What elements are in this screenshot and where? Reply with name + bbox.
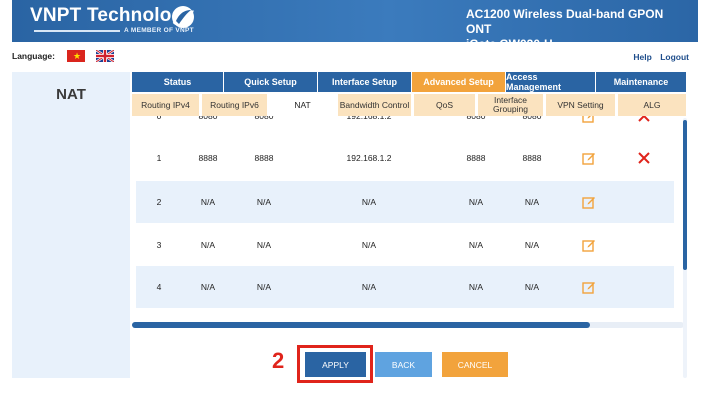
- row-port-end: 8888: [522, 153, 542, 163]
- tab-quick-setup[interactable]: Quick Setup: [224, 72, 318, 92]
- row-index: 0: [156, 116, 162, 121]
- subtab-qos[interactable]: QoS: [414, 94, 478, 116]
- language-bar: Language: ★ Help Logout: [0, 46, 711, 68]
- top-links: Help Logout: [627, 52, 689, 62]
- row-port-start: N/A: [468, 197, 484, 207]
- row-port-start: N/A: [468, 240, 484, 250]
- row-ip-address: 192.168.1.2: [346, 116, 392, 121]
- row-internal-port: N/A: [256, 282, 272, 292]
- horizontal-scroll-thumb[interactable]: [132, 322, 590, 328]
- row-external-port: N/A: [200, 282, 216, 292]
- row-index: 2: [156, 197, 162, 207]
- edit-icon[interactable]: [580, 224, 598, 266]
- product-line-1: AC1200 Wireless Dual-band GPON ONT: [466, 7, 664, 36]
- uk-flag-icon[interactable]: [96, 50, 114, 62]
- subtab-bandwidth-control[interactable]: Bandwidth Control: [338, 94, 414, 116]
- row-index: 4: [156, 282, 162, 292]
- row-port-end: N/A: [524, 240, 540, 250]
- left-sidebar: NAT: [12, 72, 130, 378]
- nat-rules-table: 0 8080 8080 192.168.1.2 8080 8080 1 8888…: [132, 116, 686, 328]
- tab-status[interactable]: Status: [132, 72, 224, 92]
- edit-icon[interactable]: [580, 266, 598, 308]
- edit-icon[interactable]: [580, 116, 598, 137]
- table-row: 3 N/A N/A N/A N/A N/A: [136, 224, 674, 266]
- router-admin-page: VNPT Technology A MEMBER OF VNPT AC1200 …: [0, 0, 711, 400]
- step-number-annotation: 2: [272, 348, 285, 373]
- subtab-routing-ipv6[interactable]: Routing IPv6: [202, 94, 270, 116]
- row-port-end: N/A: [524, 282, 540, 292]
- row-port-start: 8888: [466, 153, 486, 163]
- subtab-interface-grouping[interactable]: Interface Grouping: [478, 94, 546, 116]
- row-external-port: 8888: [198, 153, 218, 163]
- row-external-port: N/A: [200, 240, 216, 250]
- tab-access-management[interactable]: Access Management: [506, 72, 596, 92]
- apply-button[interactable]: APPLY: [305, 352, 366, 377]
- row-port-end: N/A: [524, 197, 540, 207]
- horizontal-scrollbar[interactable]: [132, 322, 684, 328]
- row-index: 1: [156, 153, 162, 163]
- edit-icon[interactable]: [580, 137, 598, 179]
- tab-advanced-setup[interactable]: Advanced Setup: [412, 72, 506, 92]
- delete-icon[interactable]: [634, 137, 654, 179]
- edit-icon[interactable]: [580, 181, 598, 223]
- row-internal-port: 8888: [254, 153, 274, 163]
- row-internal-port: N/A: [256, 240, 272, 250]
- subtab-vpn-setting[interactable]: VPN Setting: [546, 94, 618, 116]
- table-row: 1 8888 8888 192.168.1.2 8888 8888: [136, 137, 674, 179]
- row-port-start: 8080: [466, 116, 486, 121]
- row-external-port: 8080: [198, 116, 218, 121]
- tab-interface-setup[interactable]: Interface Setup: [318, 72, 412, 92]
- table-row: 0 8080 8080 192.168.1.2 8080 8080: [136, 116, 674, 137]
- logout-link[interactable]: Logout: [660, 52, 689, 62]
- brand-subtitle: A MEMBER OF VNPT: [124, 27, 194, 34]
- table-row: 4 N/A N/A N/A N/A N/A: [136, 266, 674, 308]
- section-title: NAT: [56, 86, 86, 103]
- row-ip-address: N/A: [361, 282, 377, 292]
- vertical-scroll-thumb[interactable]: [683, 120, 687, 270]
- header-banner: VNPT Technology A MEMBER OF VNPT AC1200 …: [12, 0, 698, 51]
- cancel-button[interactable]: CANCEL: [442, 352, 508, 377]
- tab-maintenance[interactable]: Maintenance: [596, 72, 686, 92]
- row-port-end: 8080: [522, 116, 542, 121]
- help-link[interactable]: Help: [633, 52, 651, 62]
- row-internal-port: 8080: [254, 116, 274, 121]
- brand-divider: [34, 30, 120, 32]
- back-button[interactable]: BACK: [375, 352, 432, 377]
- vertical-scrollbar[interactable]: [680, 118, 688, 378]
- language-label: Language:: [12, 51, 55, 61]
- table-row: 2 N/A N/A N/A N/A N/A: [136, 181, 674, 223]
- subtab-nat[interactable]: NAT: [270, 94, 338, 116]
- sub-tab-bar: Routing IPv4 Routing IPv6 NAT Bandwidth …: [132, 94, 686, 116]
- main-tab-bar: Status Quick Setup Interface Setup Advan…: [132, 72, 686, 92]
- row-ip-address: 192.168.1.2: [346, 153, 392, 163]
- delete-icon[interactable]: [634, 116, 654, 137]
- subtab-alg[interactable]: ALG: [618, 94, 686, 116]
- row-port-start: N/A: [468, 282, 484, 292]
- row-ip-address: N/A: [361, 197, 377, 207]
- row-index: 3: [156, 240, 162, 250]
- subtab-routing-ipv4[interactable]: Routing IPv4: [132, 94, 202, 116]
- row-internal-port: N/A: [256, 197, 272, 207]
- vietnam-flag-icon[interactable]: ★: [67, 50, 85, 62]
- row-ip-address: N/A: [361, 240, 377, 250]
- row-external-port: N/A: [200, 197, 216, 207]
